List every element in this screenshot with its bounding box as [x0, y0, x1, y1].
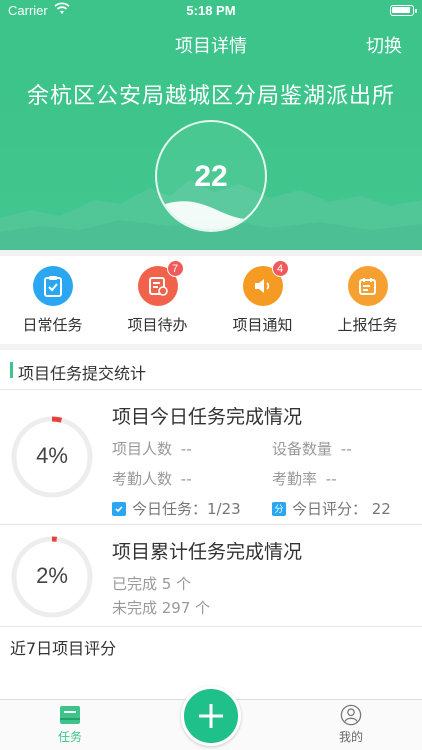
organization-name: 余杭区公安局越城区分局鉴湖派出所: [26, 84, 395, 109]
add-button[interactable]: [181, 686, 241, 746]
task-check-icon: [112, 501, 126, 516]
battery-icon: [390, 5, 417, 16]
speaker-icon: 4: [242, 260, 289, 306]
task-book-icon: [60, 706, 80, 724]
report-icon: [347, 266, 388, 306]
device-count-value: --: [340, 440, 352, 458]
device-count-stat: 设备数量 --: [272, 438, 352, 459]
uncompleted-count: 未完成 297 个: [112, 599, 211, 617]
nav-bar: 项目详情 切换: [0, 22, 422, 66]
attendance-people-key: 考勤人数: [112, 470, 173, 488]
section-title: 项目任务提交统计: [18, 364, 147, 383]
total-percent: 2%: [36, 563, 68, 588]
total-card-title: 项目累计任务完成情况: [112, 541, 303, 563]
attendance-rate-key: 考勤率: [272, 470, 318, 488]
total-task-card[interactable]: 2% 项目累计任务完成情况 已完成 5 个 未完成 297 个: [0, 525, 422, 627]
today-tasks-row: 今日任务：1/23: [112, 498, 241, 519]
daily-tasks-button[interactable]: 日常任务: [0, 266, 105, 335]
tab-mine[interactable]: 我的: [311, 704, 391, 745]
completed-count: 已完成 5 个: [112, 575, 192, 593]
todo-list-icon: 7: [137, 260, 184, 306]
page-title: 项目详情: [175, 36, 247, 57]
clipboard-check-icon: [32, 266, 73, 306]
report-task-button[interactable]: 上报任务: [315, 266, 420, 335]
status-bar: Carrier 5:18 PM: [0, 0, 422, 22]
project-score-ring: 22: [155, 120, 267, 232]
seven-day-score-title: 近7日项目评分: [10, 639, 117, 658]
project-notice-button[interactable]: 4 项目通知: [210, 260, 315, 335]
today-progress-ring: 4%: [10, 415, 94, 499]
wave-decoration: [157, 201, 265, 230]
todo-badge: 7: [166, 260, 184, 277]
today-card-title: 项目今日任务完成情况: [112, 406, 303, 428]
plus-icon: [199, 704, 223, 728]
project-todo-label: 项目待办: [127, 316, 188, 334]
project-people-key: 项目人数: [112, 440, 173, 458]
score-icon: 分: [272, 501, 286, 516]
today-tasks-value: 今日任务：1/23: [132, 500, 241, 518]
clock: 5:18 PM: [186, 3, 236, 18]
project-hero-banner: 余杭区公安局越城区分局鉴湖派出所 22: [0, 66, 422, 250]
task-stats-section-header: 项目任务提交统计: [0, 350, 422, 390]
user-icon: [340, 704, 362, 726]
report-task-label: 上报任务: [337, 316, 398, 334]
project-people-stat: 项目人数 --: [112, 438, 192, 459]
daily-tasks-label: 日常任务: [22, 316, 83, 334]
total-progress-ring: 2%: [10, 535, 94, 619]
switch-button[interactable]: 切换: [366, 32, 402, 58]
quick-actions: 日常任务 7 项目待办 4 项目通知 上报任务: [0, 256, 422, 344]
today-task-card[interactable]: 4% 项目今日任务完成情况 项目人数 -- 设备数量 -- 考勤人数 -- 考勤…: [0, 390, 422, 525]
attendance-people-value: --: [180, 470, 192, 488]
device-count-key: 设备数量: [272, 440, 333, 458]
today-percent: 4%: [36, 443, 68, 468]
section-accent-bar: [10, 362, 13, 378]
today-score-value: 今日评分： 22: [292, 500, 391, 518]
project-notice-label: 项目通知: [232, 316, 293, 334]
project-todo-button[interactable]: 7 项目待办: [105, 260, 210, 335]
project-people-value: --: [180, 440, 192, 458]
attendance-rate-value: --: [325, 470, 337, 488]
notice-badge: 4: [271, 260, 289, 277]
attendance-rate-stat: 考勤率 --: [272, 468, 337, 489]
tab-tasks-label: 任务: [57, 730, 82, 744]
today-score-row: 分 今日评分： 22: [272, 498, 391, 519]
attendance-people-stat: 考勤人数 --: [112, 468, 192, 489]
tab-tasks[interactable]: 任务: [30, 704, 110, 745]
project-score: 22: [194, 160, 228, 193]
tab-mine-label: 我的: [338, 730, 363, 744]
